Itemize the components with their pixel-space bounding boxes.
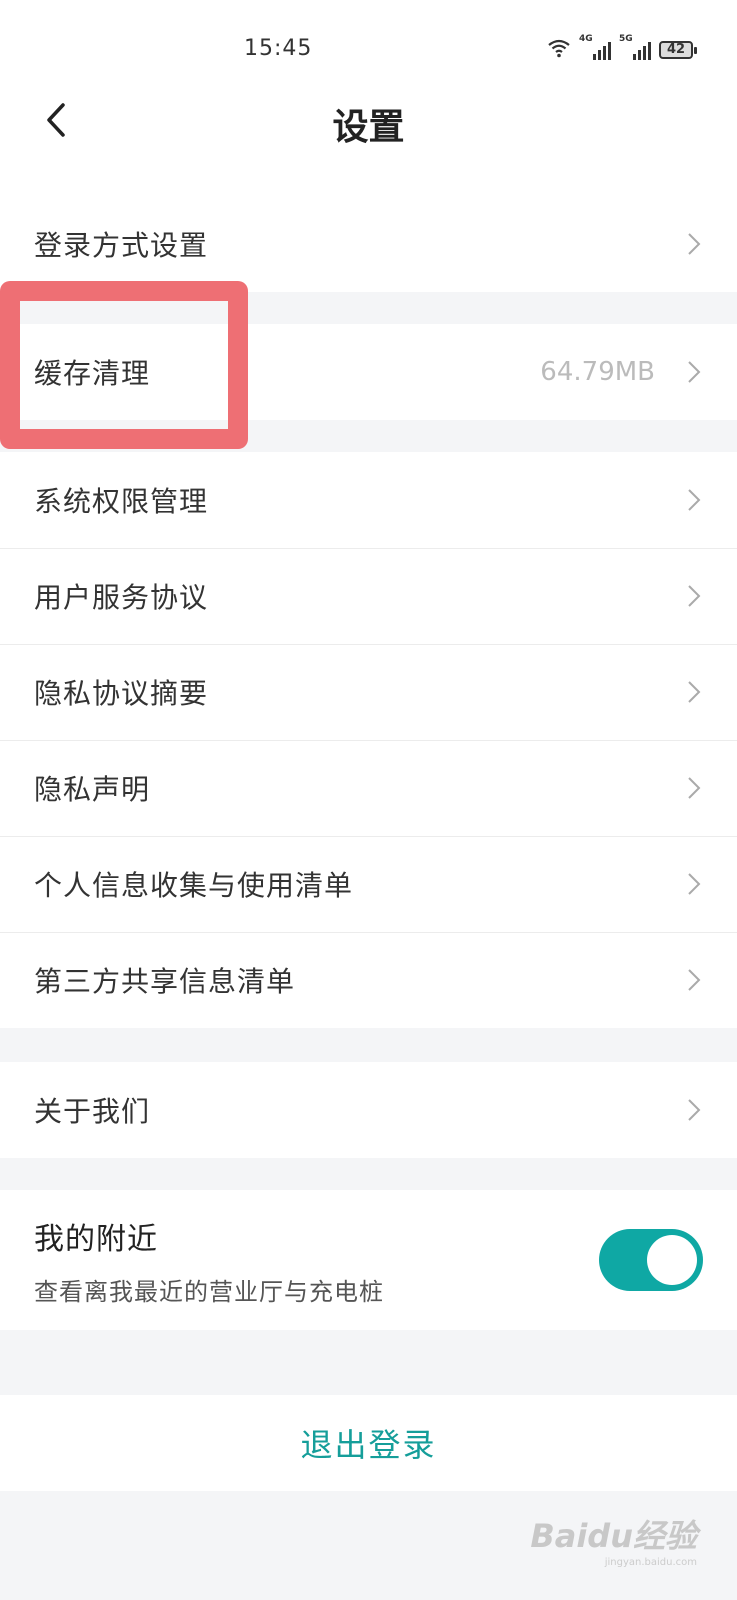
settings-item-label: 系统权限管理: [34, 485, 209, 518]
watermark-brand: Baidu经验: [530, 1517, 697, 1555]
settings-item-privacy-summary[interactable]: 隐私协议摘要: [0, 644, 737, 740]
settings-item-privacy-statement[interactable]: 隐私声明: [0, 740, 737, 836]
settings-item-label: 隐私声明: [34, 773, 151, 806]
nearby-title: 我的附近: [34, 1221, 158, 1257]
watermark-url: jingyan.baidu.com: [604, 1557, 697, 1568]
about-section: 关于我们: [0, 1062, 737, 1158]
logout-section: 退出登录: [0, 1395, 737, 1491]
settings-item-label: 用户服务协议: [34, 581, 209, 614]
header: 设置: [0, 92, 737, 212]
nearby-subtitle: 查看离我最近的营业厅与充电桩: [34, 1277, 384, 1306]
settings-item-third-party-list[interactable]: 第三方共享信息清单: [0, 932, 737, 1028]
chevron-right-icon: [685, 870, 703, 898]
wifi-icon: [547, 38, 571, 62]
settings-item-system-permissions[interactable]: 系统权限管理: [0, 452, 737, 548]
chevron-right-icon: [685, 774, 703, 802]
status-bar: 15:45 4G 5G 42: [0, 0, 737, 92]
signal-icon: 5G: [619, 34, 651, 60]
settings-item-label: 个人信息收集与使用清单: [34, 869, 354, 902]
watermark: Baidu经验 jingyan.baidu.com: [530, 1511, 697, 1568]
settings-item-label: 隐私协议摘要: [34, 677, 209, 710]
settings-item-personal-info-list[interactable]: 个人信息收集与使用清单: [0, 836, 737, 932]
login-section: 登录方式设置: [0, 196, 737, 292]
status-icons: 4G 5G 42: [547, 34, 697, 62]
policy-section: 系统权限管理 用户服务协议 隐私协议摘要 隐私声明 个人信息收集与使用清单 第三…: [0, 452, 737, 1028]
signal-label: 4G: [579, 34, 593, 44]
chevron-right-icon: [685, 1096, 703, 1124]
nearby-toggle[interactable]: [599, 1229, 703, 1291]
cache-size-value: 64.79MB: [540, 357, 655, 387]
battery-icon: 42: [659, 41, 697, 59]
logout-button[interactable]: 退出登录: [0, 1395, 737, 1491]
settings-item-user-agreement[interactable]: 用户服务协议: [0, 548, 737, 644]
settings-item-label: 关于我们: [34, 1095, 151, 1128]
settings-item-label: 登录方式设置: [34, 229, 209, 262]
settings-item-login-method[interactable]: 登录方式设置: [0, 196, 737, 292]
toggle-knob: [647, 1235, 697, 1285]
signal-icon: 4G: [579, 34, 611, 60]
status-time: 15:45: [244, 36, 313, 61]
chevron-right-icon: [685, 486, 703, 514]
nearby-section: 我的附近 查看离我最近的营业厅与充电桩: [0, 1190, 737, 1330]
nearby-setting: 我的附近 查看离我最近的营业厅与充电桩: [0, 1190, 737, 1330]
page-title: 设置: [332, 107, 405, 148]
chevron-right-icon: [685, 358, 703, 386]
signal-label: 5G: [619, 34, 633, 44]
settings-item-about-us[interactable]: 关于我们: [0, 1062, 737, 1158]
chevron-right-icon: [685, 966, 703, 994]
chevron-right-icon: [685, 678, 703, 706]
highlight-box: [0, 281, 248, 449]
settings-item-label: 第三方共享信息清单: [34, 965, 296, 998]
nearby-texts: 我的附近 查看离我最近的营业厅与充电桩: [34, 1214, 599, 1307]
chevron-right-icon: [685, 230, 703, 258]
chevron-right-icon: [685, 582, 703, 610]
